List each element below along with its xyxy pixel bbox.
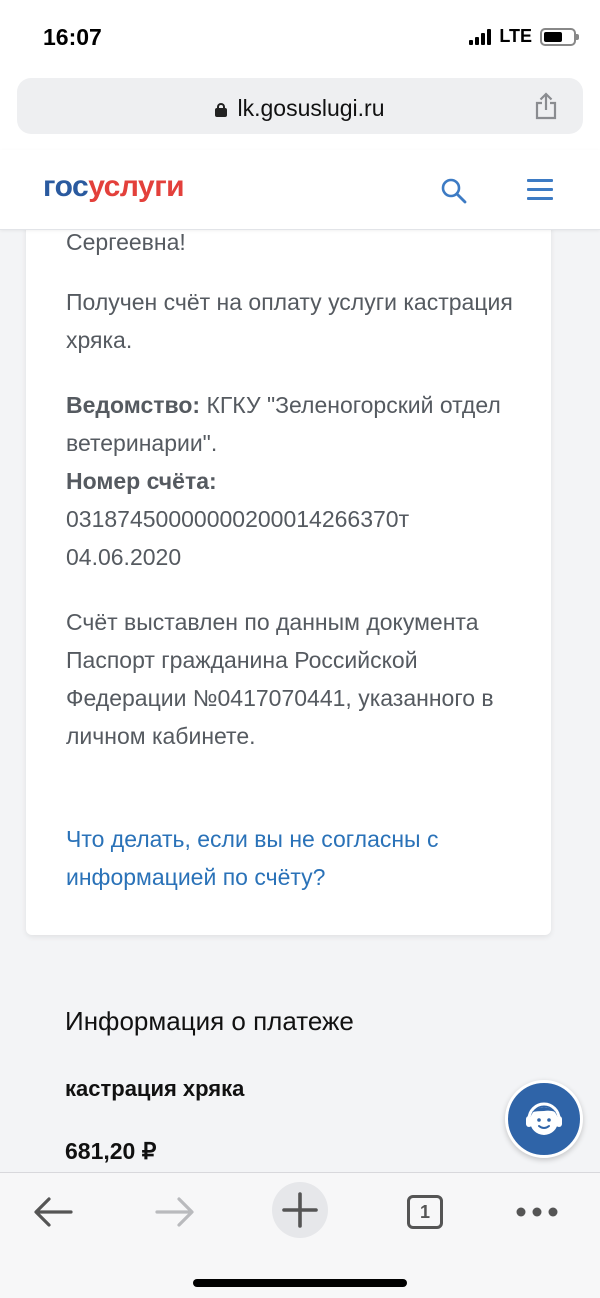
gosuslugi-logo[interactable]: госуслуги <box>43 170 185 204</box>
logo-part-gos: гос <box>43 170 89 203</box>
network-type: LTE <box>499 26 532 46</box>
browser-address-area: lk.gosuslugi.ru <box>0 70 600 150</box>
support-button[interactable] <box>505 1080 583 1158</box>
back-arrow-icon <box>34 1197 73 1227</box>
new-tab-button[interactable] <box>272 1182 328 1238</box>
back-button[interactable] <box>28 1187 78 1237</box>
battery-icon <box>540 27 579 46</box>
department-info: Ведомство: КГКУ "Зеленогорский отдел вет… <box>66 386 526 462</box>
menu-icon[interactable] <box>527 179 553 201</box>
plus-icon <box>282 1192 318 1228</box>
status-indicators: LTE <box>469 26 579 47</box>
department-label: Ведомство: <box>66 392 201 418</box>
signal-icon <box>469 28 492 45</box>
support-operator-icon <box>526 1102 562 1135</box>
address-bar[interactable]: lk.gosuslugi.ru <box>17 78 583 134</box>
document-info: Счёт выставлен по данным документа Паспо… <box>66 609 494 749</box>
browser-toolbar: 1 <box>0 1172 600 1298</box>
site-header: госуслуги <box>0 150 600 230</box>
invoice-card: Сергеевна! Получен счёт на оплату услуги… <box>26 200 551 935</box>
search-icon[interactable] <box>440 177 468 205</box>
account-number-label: Номер счёта: <box>66 468 217 494</box>
status-bar: 16:07 LTE <box>0 0 600 70</box>
url-display[interactable]: lk.gosuslugi.ru <box>17 95 583 122</box>
tabs-icon: 1 <box>407 1195 443 1229</box>
forward-button[interactable] <box>150 1187 200 1237</box>
status-time: 16:07 <box>43 24 102 50</box>
payment-info-title: Информация о платеже <box>65 1006 354 1036</box>
more-button[interactable] <box>512 1187 562 1237</box>
service-name: кастрация хряка <box>65 1076 245 1101</box>
home-indicator[interactable] <box>193 1279 407 1287</box>
logo-part-uslugi: услуги <box>88 170 185 203</box>
account-number-value: 03187450000000200014266370т 04.06.2020 <box>66 506 410 570</box>
lock-icon <box>215 103 228 117</box>
invoice-message: Получен счёт на оплату услуги кастрация … <box>66 289 513 353</box>
more-icon <box>516 1207 558 1217</box>
payment-amount: 681,20 ₽ <box>65 1138 157 1164</box>
disagree-help-link[interactable]: Что делать, если вы не согласны с информ… <box>66 820 526 896</box>
forward-arrow-icon <box>155 1197 194 1227</box>
tabs-button[interactable]: 1 <box>400 1187 450 1237</box>
share-icon[interactable] <box>531 91 561 121</box>
url-text: lk.gosuslugi.ru <box>237 95 385 121</box>
